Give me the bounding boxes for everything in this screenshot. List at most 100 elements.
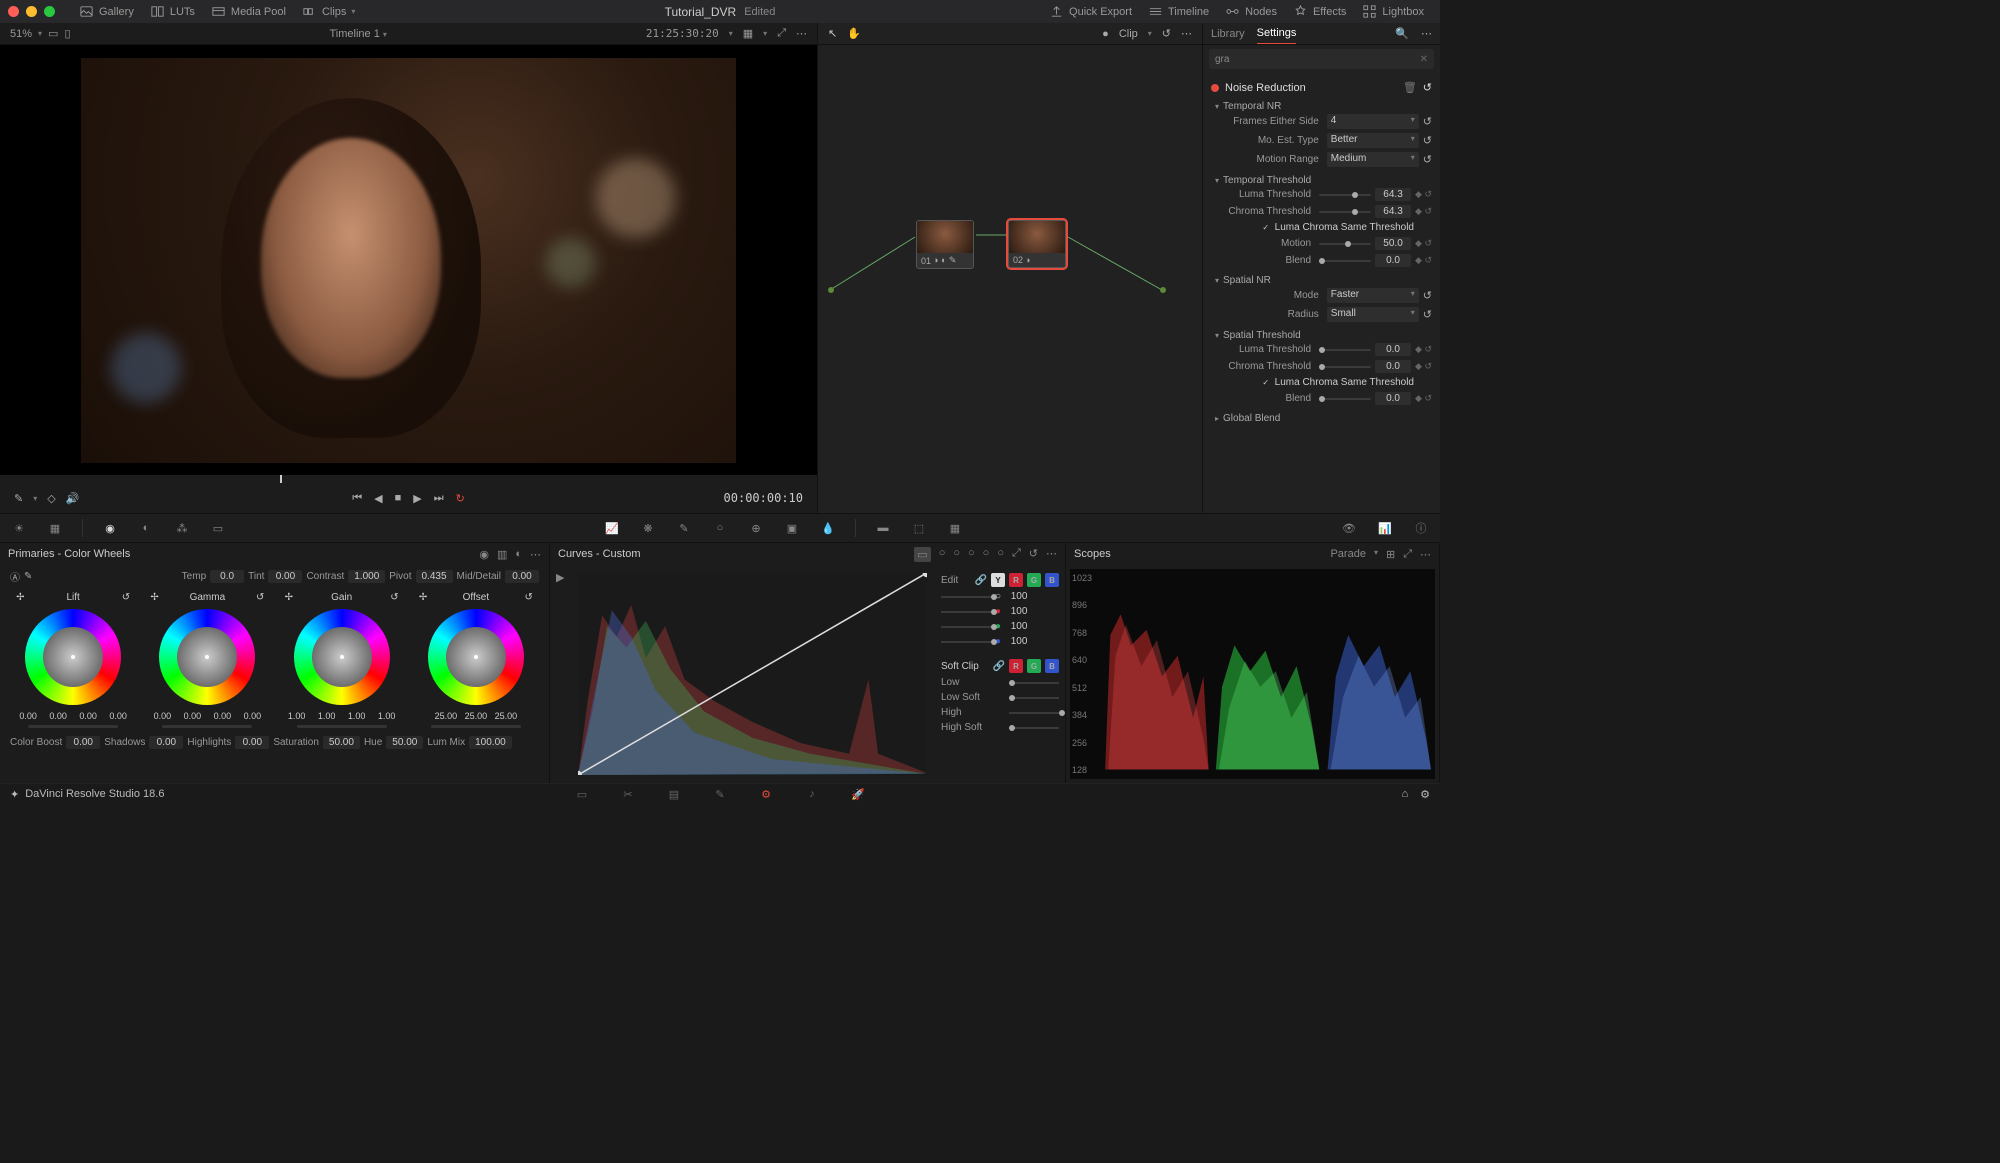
expand-icon[interactable]: ⤢: [777, 27, 786, 40]
luma-thr-value[interactable]: 64.3: [1375, 188, 1411, 201]
link2-icon[interactable]: 🔗: [993, 661, 1005, 672]
home-icon[interactable]: ⌂: [1401, 788, 1408, 801]
wheel-anchor-icon[interactable]: ✢: [419, 592, 427, 603]
wheel-anchor-icon[interactable]: ✢: [16, 592, 24, 603]
auto-balance-icon[interactable]: Ⓐ: [10, 569, 20, 584]
picker-icon[interactable]: ✎: [24, 571, 32, 582]
page-fusion-icon[interactable]: ✎: [711, 785, 729, 803]
sp-luma-slider[interactable]: [1319, 349, 1371, 351]
chroma-thr-slider[interactable]: [1319, 211, 1371, 213]
contrast-value[interactable]: 1.000: [348, 570, 385, 583]
qualifier-icon[interactable]: ✎: [675, 519, 693, 537]
search-icon[interactable]: 🔍: [1395, 27, 1409, 40]
offset-wheel[interactable]: [428, 609, 524, 705]
temporal-nr-group[interactable]: ▾Temporal NR: [1215, 101, 1432, 112]
shadows-value[interactable]: 0.00: [149, 736, 183, 749]
graph-input[interactable]: [828, 287, 834, 293]
wheel-anchor-icon[interactable]: ✢: [285, 592, 293, 603]
3d-icon[interactable]: ▦: [946, 519, 964, 537]
offset-master-slider[interactable]: [431, 725, 521, 728]
flag-icon[interactable]: ◇: [47, 492, 55, 505]
highlights-value[interactable]: 0.00: [235, 736, 269, 749]
wheels-icon[interactable]: ◉: [101, 519, 119, 537]
picker-icon[interactable]: ✎: [14, 492, 23, 505]
stop-button[interactable]: ■: [395, 492, 402, 504]
panel-opts-icon[interactable]: ⋯: [530, 548, 541, 561]
spatial-radius-select[interactable]: Small▾: [1327, 307, 1419, 322]
playhead[interactable]: [280, 475, 282, 483]
gain-val[interactable]: 1.00: [344, 711, 370, 721]
ch-b[interactable]: B: [1045, 573, 1059, 587]
sp-same-check[interactable]: ✓Luma Chroma Same Threshold: [1215, 375, 1432, 390]
gamma-val[interactable]: 0.00: [239, 711, 265, 721]
global-blend-group[interactable]: ▸Global Blend: [1215, 413, 1432, 424]
warper-icon[interactable]: ❋: [639, 519, 657, 537]
wheel-reset-icon[interactable]: ↺: [256, 592, 264, 603]
lift-wheel[interactable]: [25, 609, 121, 705]
frames-either-select[interactable]: 4 ▾: [1327, 114, 1419, 129]
page-media-icon[interactable]: ▭: [573, 785, 591, 803]
playback-timecode[interactable]: 00:00:00:10: [724, 491, 803, 505]
maximize-window[interactable]: [44, 6, 55, 17]
edit-g-slider[interactable]: [941, 626, 991, 628]
gamma-master-slider[interactable]: [162, 725, 252, 728]
offset-val[interactable]: 25.00: [463, 711, 489, 721]
effects-toggle[interactable]: Effects: [1285, 4, 1354, 19]
magic-mask-icon[interactable]: ▣: [783, 519, 801, 537]
clear-search-icon[interactable]: ✕: [1420, 54, 1428, 65]
prev-clip-button[interactable]: ⏮: [352, 492, 362, 505]
sp-blend-slider[interactable]: [1319, 398, 1371, 400]
log-mode-icon[interactable]: ◐: [515, 548, 522, 561]
node-options-icon[interactable]: ⋯: [1181, 27, 1192, 40]
wheel-reset-icon[interactable]: ↺: [524, 592, 532, 603]
offset-val[interactable]: 25.00: [433, 711, 459, 721]
gamma-wheel[interactable]: [159, 609, 255, 705]
minimize-window[interactable]: [26, 6, 37, 17]
gain-master-slider[interactable]: [297, 725, 387, 728]
ch-g[interactable]: G: [1027, 573, 1041, 587]
reset-fx-icon[interactable]: ↺: [1423, 81, 1432, 94]
scope-mode[interactable]: Parade: [1330, 548, 1365, 561]
graph-output[interactable]: [1160, 287, 1166, 293]
curve-play-icon[interactable]: ▶: [550, 565, 570, 783]
temporal-thr-group[interactable]: ▾Temporal Threshold: [1215, 175, 1432, 186]
moest-select[interactable]: Better▾: [1327, 133, 1419, 148]
blend-slider[interactable]: [1319, 260, 1371, 262]
sc-highsoft-slider[interactable]: [1009, 727, 1059, 729]
pivot-value[interactable]: 0.435: [416, 570, 453, 583]
bars-mode-icon[interactable]: ▥: [497, 548, 507, 561]
sc-lowsoft-slider[interactable]: [1009, 697, 1059, 699]
node-reset-icon[interactable]: ↺: [1162, 27, 1171, 40]
sizing-icon[interactable]: ⬚: [910, 519, 928, 537]
clips-toggle[interactable]: Clips▾: [294, 4, 363, 19]
settings-search[interactable]: gra✕: [1209, 49, 1434, 69]
tint-value[interactable]: 0.00: [268, 570, 302, 583]
wheel-reset-icon[interactable]: ↺: [390, 592, 398, 603]
next-clip-button[interactable]: ⏭: [434, 492, 444, 505]
wipe-icon[interactable]: 👁: [1340, 519, 1358, 537]
gain-val[interactable]: 1.00: [284, 711, 310, 721]
pan-tool-icon[interactable]: ✋: [847, 27, 861, 40]
mediapool-toggle[interactable]: Media Pool: [203, 4, 294, 19]
link-icon[interactable]: 🔗: [975, 575, 987, 586]
lift-val[interactable]: 0.00: [75, 711, 101, 721]
close-window[interactable]: [8, 6, 19, 17]
custom-curves-icon[interactable]: ▭: [914, 547, 930, 562]
key-icon[interactable]: ▬: [874, 519, 892, 537]
parade-scope[interactable]: 1023896768640512384256128: [1070, 569, 1435, 779]
settings-icon[interactable]: ⚙: [1420, 788, 1430, 801]
gain-wheel[interactable]: [294, 609, 390, 705]
page-color-icon[interactable]: ⚙: [757, 785, 775, 803]
edit-b-slider[interactable]: [941, 641, 991, 643]
scopes-icon[interactable]: 📊: [1376, 519, 1394, 537]
gamma-val[interactable]: 0.00: [209, 711, 235, 721]
hdr-icon[interactable]: ◐: [137, 519, 155, 537]
tracker-icon[interactable]: ⊕: [747, 519, 765, 537]
sp-chroma-slider[interactable]: [1319, 366, 1371, 368]
step-back-button[interactable]: ◀: [374, 492, 382, 505]
viewer-split-icon[interactable]: ▭: [48, 27, 58, 40]
lift-val[interactable]: 0.00: [105, 711, 131, 721]
trash-icon[interactable]: 🗑: [1403, 81, 1417, 94]
spatial-thr-group[interactable]: ▾Spatial Threshold: [1215, 330, 1432, 341]
rgb-mixer-icon[interactable]: ⁂: [173, 519, 191, 537]
